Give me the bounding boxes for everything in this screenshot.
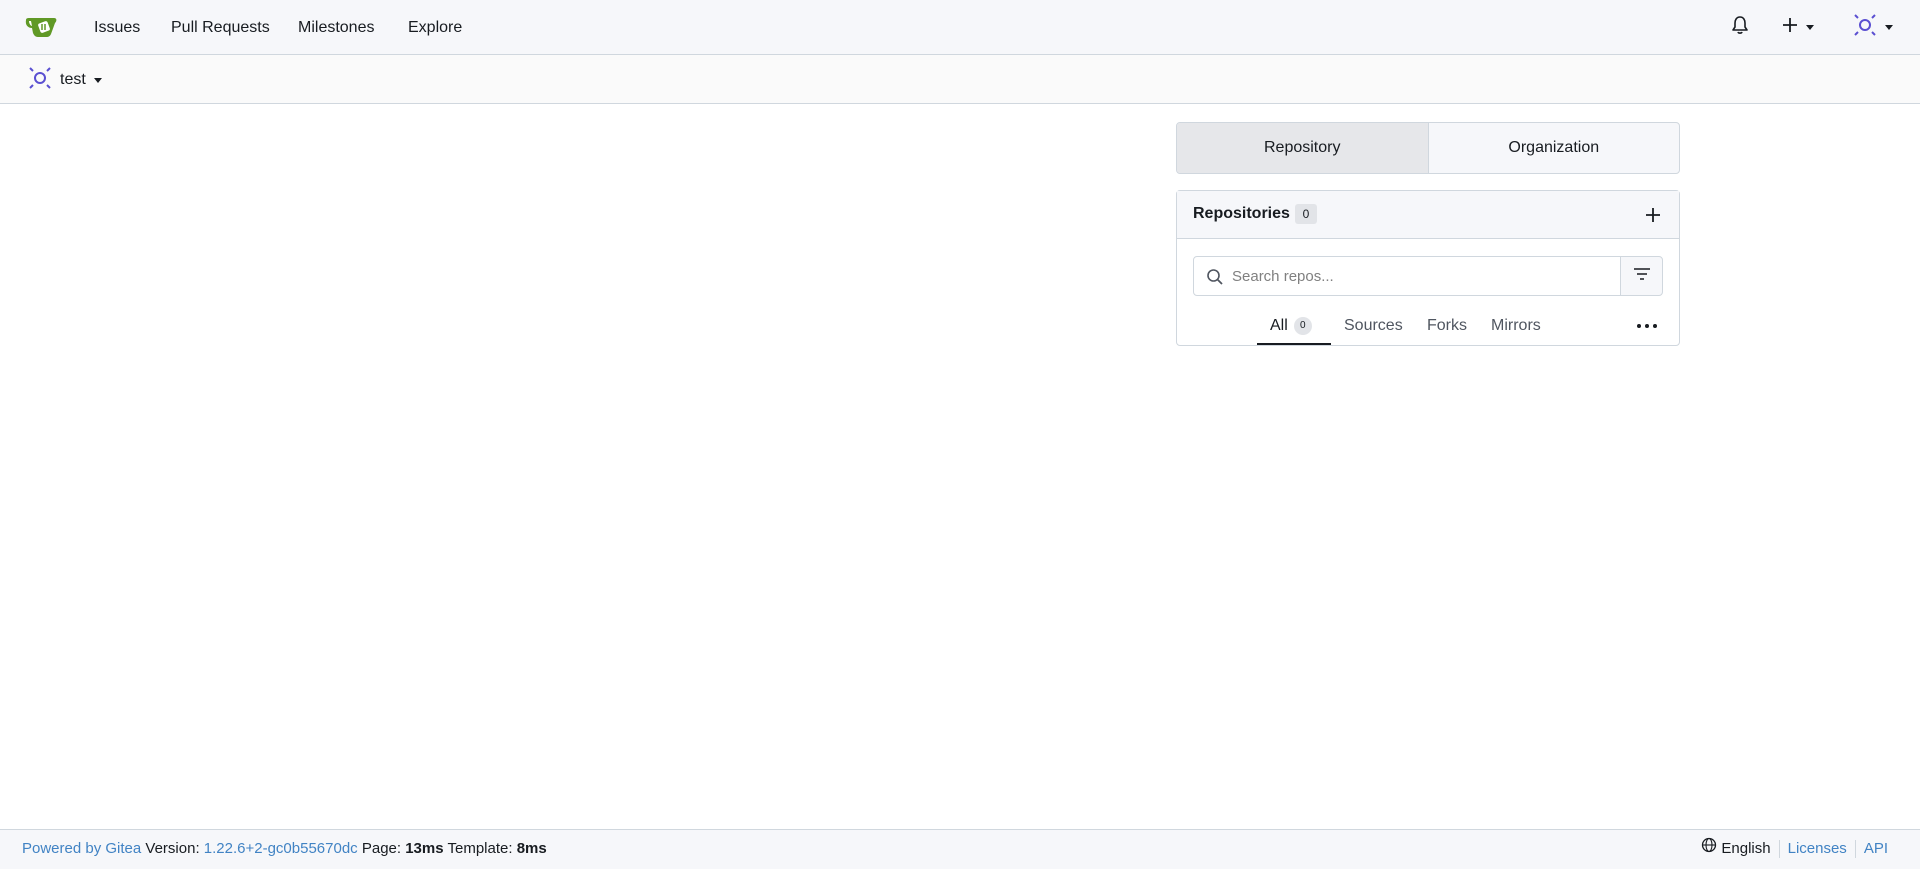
template-label: Template: (447, 840, 513, 857)
tab-repository[interactable]: Repository (1177, 123, 1429, 173)
powered-by-link[interactable]: Powered by Gitea (22, 840, 141, 857)
user-menu-button[interactable] (1853, 13, 1893, 42)
repo-filter-tabs: All 0 Sources Forks Mirrors (1177, 306, 1679, 346)
filter-count-badge: 0 (1293, 316, 1312, 335)
nav-milestones[interactable]: Milestones (298, 0, 374, 55)
repositories-title: Repositories (1193, 205, 1290, 222)
filter-tab-forks[interactable]: Forks (1427, 306, 1467, 346)
nav-explore[interactable]: Explore (408, 0, 462, 55)
page-footer: Powered by Gitea Version: 1.22.6+2-gc0b5… (0, 829, 1920, 869)
filter-tab-mirrors[interactable]: Mirrors (1491, 306, 1541, 346)
version-link[interactable]: 1.22.6+2-gc0b55670dc (204, 840, 358, 857)
nav-pull-requests[interactable]: Pull Requests (171, 0, 270, 55)
nav-issues[interactable]: Issues (94, 0, 140, 55)
top-navbar: Issues Pull Requests Milestones Explore (0, 0, 1920, 55)
repositories-header: Repositories 0 (1177, 191, 1679, 239)
repositories-count-badge: 0 (1295, 204, 1317, 224)
plus-icon (1643, 208, 1663, 231)
page-label: Page: (361, 840, 402, 857)
gitea-logo-icon[interactable] (24, 14, 60, 40)
chevron-down-icon (1806, 24, 1814, 30)
avatar (1853, 13, 1877, 42)
notifications-button[interactable] (1731, 14, 1749, 40)
avatar (28, 66, 52, 95)
licenses-link[interactable]: Licenses (1788, 830, 1847, 868)
template-time: 8ms (516, 840, 547, 857)
bell-icon (1731, 15, 1749, 40)
footer-links: English Licenses API (1701, 830, 1888, 868)
context-user-name: test (60, 71, 86, 88)
active-tab-indicator (1257, 343, 1331, 345)
filter-icon (1633, 267, 1651, 286)
repo-search-field (1193, 256, 1621, 296)
context-switcher[interactable]: test (28, 66, 102, 95)
create-new-button[interactable] (1782, 14, 1814, 40)
language-selector[interactable]: English (1701, 830, 1771, 868)
divider (1854, 840, 1856, 858)
version-label: Version: (145, 840, 200, 857)
dashboard-context-bar: test (0, 55, 1920, 104)
footer-info: Powered by Gitea Version: 1.22.6+2-gc0b5… (22, 830, 547, 868)
dashboard-switch-tabs: Repository Organization (1176, 122, 1680, 174)
filter-tab-all[interactable]: All 0 (1270, 306, 1312, 346)
repositories-panel: Repositories 0 All 0 (1176, 190, 1680, 346)
filter-tab-label: All (1270, 317, 1288, 334)
api-link[interactable]: API (1864, 830, 1888, 868)
repo-search-row (1193, 256, 1663, 296)
divider (1778, 840, 1780, 858)
chevron-down-icon (93, 77, 102, 83)
repo-filter-button[interactable] (1620, 256, 1663, 296)
tab-organization[interactable]: Organization (1429, 123, 1680, 173)
plus-icon (1782, 17, 1798, 38)
page-time: 13ms (405, 840, 444, 857)
repo-search-input[interactable] (1232, 257, 1612, 295)
search-icon (1206, 268, 1224, 286)
more-options-icon[interactable] (1635, 318, 1659, 334)
language-label: English (1721, 840, 1771, 857)
globe-icon (1701, 830, 1717, 868)
chevron-down-icon (1885, 24, 1893, 30)
filter-tab-sources[interactable]: Sources (1344, 306, 1403, 346)
add-repository-button[interactable] (1643, 203, 1663, 227)
